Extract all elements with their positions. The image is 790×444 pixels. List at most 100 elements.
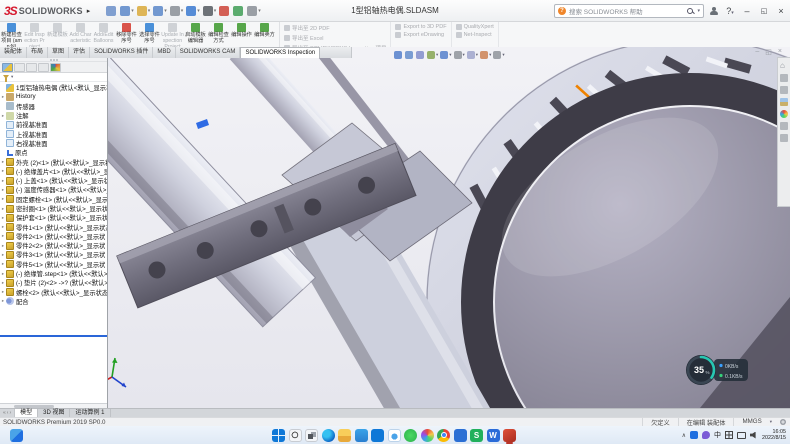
help-button[interactable]: ?▾ (723, 6, 737, 16)
model-view-tab[interactable]: 模型 (15, 409, 38, 417)
select-tool-button[interactable]: ▾ (203, 6, 217, 16)
feature-tree-row[interactable]: ▸ (-) 上盖<1> (默认<<默认>_显示状 (0, 176, 107, 185)
feature-tree-row[interactable]: 右视基准面 (0, 139, 107, 148)
model-view-tab[interactable]: 运动算例 1 (70, 409, 110, 417)
feature-tree-row[interactable]: ▸ 保护套<1> (默认<<默认>_显示状 (0, 213, 107, 222)
ime-mode-icon[interactable] (725, 431, 733, 439)
green-app-icon[interactable] (404, 429, 417, 442)
tree-filter-row[interactable]: ▾ (0, 73, 107, 82)
feature-tree-row[interactable]: 前视基准面 (0, 120, 107, 129)
edit-appearance-icon[interactable]: ▾ (480, 51, 491, 59)
edit-inspection-methods-button[interactable]: 编辑检查方式 (207, 22, 230, 47)
feature-tree-row[interactable]: ▸ 零件1<1> (默认<<默认>_显示状态 (0, 222, 107, 231)
ribbon-tab[interactable]: SOLIDWORKS Inspection (240, 47, 320, 58)
feature-tree-row[interactable]: ▸ (-) 垫片 (2)<2> ->? (默认<<默认> (0, 278, 107, 287)
rebuild-button[interactable] (233, 6, 244, 16)
doc-minimize-button[interactable]: – (755, 48, 759, 56)
new-template-button[interactable]: 新建模板 (46, 22, 69, 47)
feature-tree-row[interactable]: ▸ 零件2<1> (默认<<默认>_显示状 (0, 232, 107, 241)
performance-evaluation-button[interactable] (219, 6, 230, 16)
section-view-icon[interactable]: ▾ (427, 51, 438, 59)
location-tray-icon[interactable] (702, 431, 710, 439)
feature-tree-row[interactable]: 上视基准面 (0, 129, 107, 138)
feature-tree-row[interactable]: ▸ History (0, 92, 107, 101)
file-explorer-pane-icon[interactable] (780, 86, 788, 94)
add-characteristic-button[interactable]: Add Characteristic (69, 22, 92, 47)
display-style-icon[interactable]: ▾ (454, 51, 465, 59)
green-s-app-icon[interactable]: S (470, 429, 483, 442)
solidworks-app-icon[interactable] (503, 429, 516, 442)
view-orientation-icon[interactable]: ▾ (440, 51, 451, 59)
start-button[interactable] (272, 429, 285, 442)
viewport-canvas[interactable] (0, 47, 790, 408)
ribbon-tab[interactable]: MBD (153, 47, 175, 58)
task-view-button[interactable] (305, 429, 318, 442)
custom-properties-icon[interactable] (780, 122, 788, 130)
tab-nav-arrow[interactable]: › (9, 410, 11, 416)
onedrive-tray-icon[interactable] (690, 431, 698, 439)
taskbar-clock[interactable]: 16:05 2022/8/15 (762, 429, 786, 442)
design-library-icon[interactable] (780, 74, 788, 82)
forum-icon[interactable] (780, 134, 788, 142)
restore-button[interactable]: ◱ (757, 7, 771, 15)
print-button[interactable]: ▾ (170, 6, 184, 16)
notes-app-icon[interactable] (454, 429, 467, 442)
open-document-button[interactable]: ▾ (137, 6, 151, 16)
widgets-icon[interactable] (10, 429, 23, 442)
fm-expand-tab[interactable] (62, 63, 70, 72)
chrome-icon[interactable] (437, 429, 450, 442)
volume-icon[interactable] (750, 432, 758, 439)
doc-restore-button[interactable]: ◱ (765, 48, 772, 56)
feature-tree-row[interactable]: ▸ 注解 (0, 111, 107, 120)
previous-view-icon[interactable] (416, 51, 425, 59)
appearances-icon[interactable] (780, 110, 788, 118)
home-button[interactable] (106, 6, 117, 16)
menu-flyout-caret-icon[interactable]: ▸ (87, 7, 91, 15)
undo-button[interactable]: ▾ (186, 6, 200, 16)
store-icon[interactable] (371, 429, 384, 442)
model-view-tab[interactable]: 3D 视图 (38, 409, 70, 417)
feature-tree-row[interactable]: ▸ 密封圈<1> (默认<<默认>_显示状 (0, 204, 107, 213)
search-input[interactable]: ? 搜索 SOLIDWORKS 帮助 ▾ (554, 4, 704, 18)
edit-vendors-button[interactable]: 编辑卖方 (253, 22, 276, 47)
mail-icon[interactable] (355, 429, 368, 442)
update-inspection-project-button[interactable]: Update Inspection Project (161, 22, 184, 47)
dimxpertmanager-tab[interactable] (38, 63, 49, 72)
resources-home-icon[interactable]: ⌂ (780, 62, 788, 70)
zoom-fit-icon[interactable] (394, 51, 403, 59)
propertymanager-tab[interactable] (14, 63, 25, 72)
cast-display-icon[interactable] (737, 432, 746, 439)
system-monitor-float[interactable]: 35 % 0KB/s 0.1KB/s (684, 352, 750, 390)
configurationmanager-tab[interactable] (26, 63, 37, 72)
remove-balloons-button[interactable]: 移除零件序号 (115, 22, 138, 47)
save-button[interactable]: ▾ (153, 6, 167, 16)
ribbon-tab[interactable]: 装配体 (0, 47, 27, 58)
ribbon-tab[interactable]: 布局 (27, 47, 48, 58)
options-button[interactable]: ▾ (247, 6, 261, 16)
new-document-button[interactable]: ▾ (120, 6, 134, 16)
feature-tree-row[interactable]: ▸ 螺栓<2> (默认<<默认>_显示状态 (0, 288, 107, 297)
ime-language-button[interactable]: 中 (714, 430, 721, 440)
wps-icon[interactable]: W (487, 429, 500, 442)
status-badge-icon[interactable] (780, 419, 786, 425)
cloud-app-icon[interactable] (388, 429, 401, 442)
ribbon-tab[interactable]: 评估 (69, 47, 90, 58)
feature-tree-row[interactable]: ▸ 固定螺栓<1> (默认<<默认>_显示状 (0, 195, 107, 204)
ribbon-tab[interactable]: 草图 (48, 47, 69, 58)
launch-template-editor-button[interactable]: 启动模板编辑器 (184, 22, 207, 47)
hide-show-items-icon[interactable]: ▾ (467, 51, 478, 59)
user-account-icon[interactable] (709, 7, 718, 16)
search-icon[interactable] (687, 8, 694, 15)
tab-nav-arrow[interactable]: ‹ (7, 410, 9, 416)
file-explorer-icon[interactable] (338, 429, 351, 442)
tab-nav-arrow[interactable]: « (3, 410, 6, 416)
minimize-button[interactable]: – (740, 6, 754, 16)
hidden-icons-chevron[interactable]: ∧ (682, 432, 686, 439)
ribbon-tab[interactable]: SOLIDWORKS CAM (176, 47, 241, 58)
add-edit-balloons-button[interactable]: Add/Edit Balloons (92, 22, 115, 47)
feature-tree-row[interactable]: ▸ 零件5<1> (默认<<默认>_显示状 (0, 260, 107, 269)
feature-tree-row[interactable]: ▸ 外壳 (2)<1> (默认<<默认>_显示状 (0, 157, 107, 166)
featuremanager-tree-tab[interactable] (2, 63, 13, 72)
ribbon-tab[interactable]: SOLIDWORKS 插件 (90, 47, 153, 58)
feature-tree-row[interactable]: ▸ 零件2<2> (默认<<默认>_显示状 (0, 241, 107, 250)
